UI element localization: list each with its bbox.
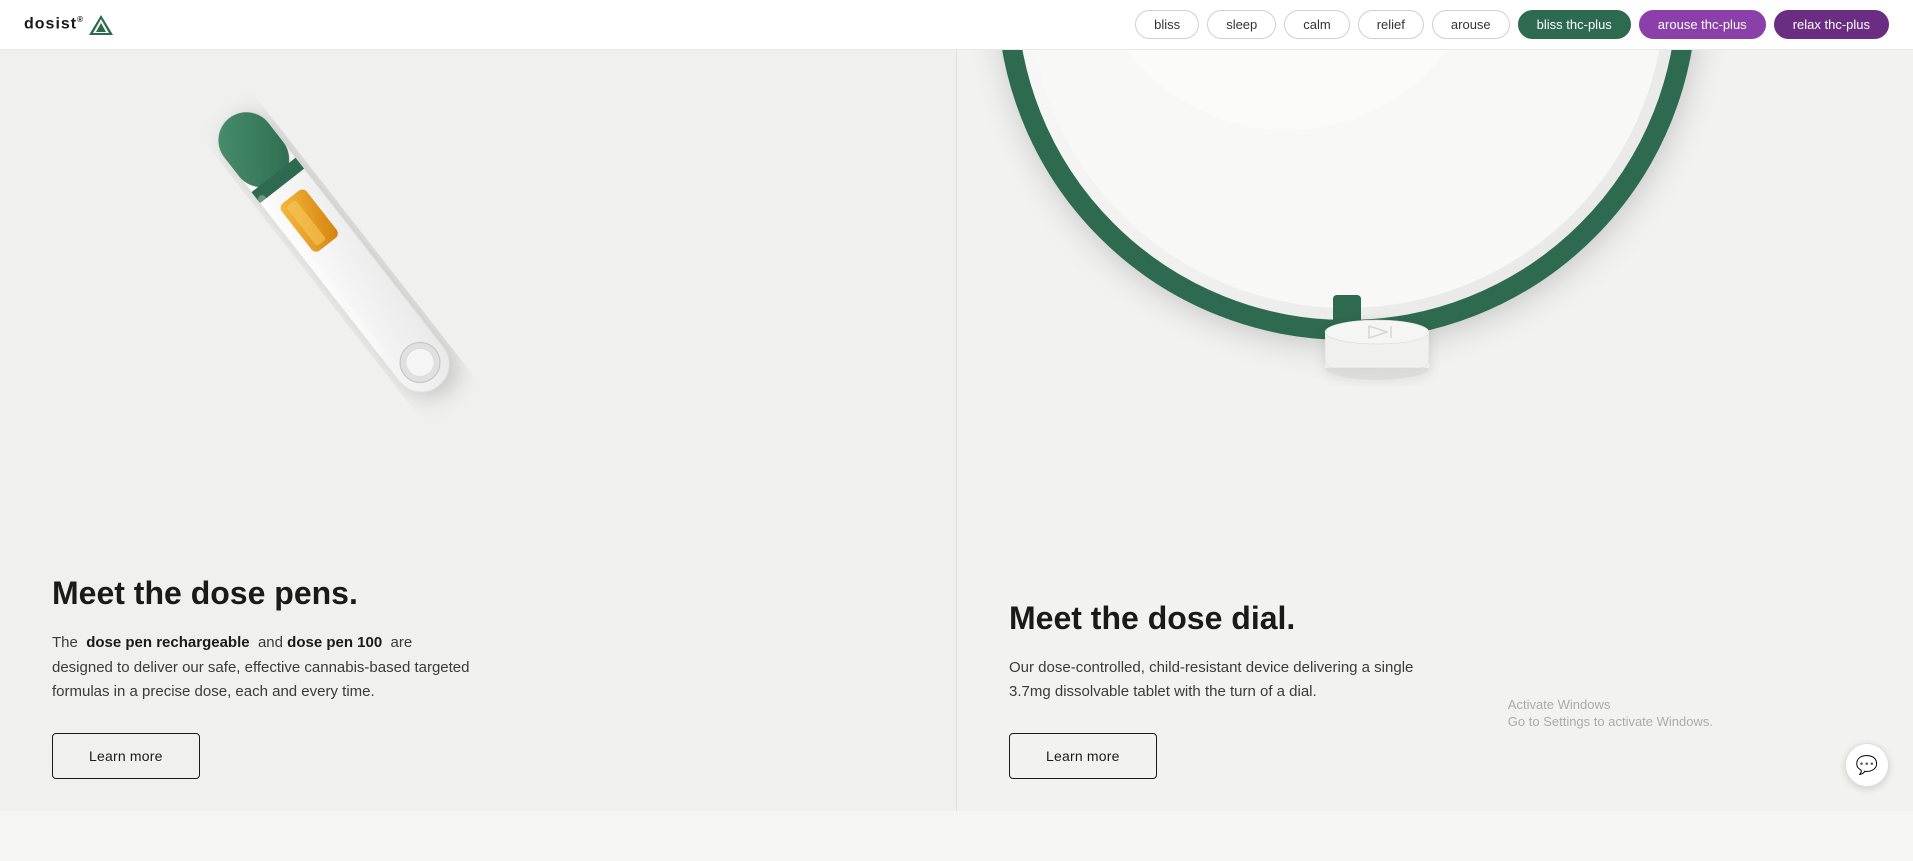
dose-pens-description: The dose pen rechargeable and dose pen 1…	[52, 631, 472, 705]
navigation: dosist® bliss sleep calm relief arouse b…	[0, 0, 1913, 50]
logo-icon	[89, 15, 113, 35]
dose-dial-description: Our dose-controlled, child-resistant dev…	[1009, 656, 1429, 706]
chat-button[interactable]: 💬	[1845, 743, 1889, 787]
chat-icon: 💬	[1856, 755, 1878, 776]
learn-more-pens-button[interactable]: Learn more	[52, 733, 200, 779]
dose-dial-image-area	[957, 50, 1913, 563]
pill-arouse[interactable]: arouse	[1432, 10, 1510, 39]
pill-relief[interactable]: relief	[1358, 10, 1424, 39]
pill-sleep[interactable]: sleep	[1207, 10, 1276, 39]
dose-dial-illustration	[957, 50, 1737, 490]
pill-relax-thc-plus[interactable]: relax thc-plus	[1774, 10, 1889, 39]
pill-arouse-thc-plus[interactable]: arouse thc-plus	[1639, 10, 1766, 39]
logo-text: dosist®	[24, 15, 83, 33]
dose-dial-content: Meet the dose dial. Our dose-controlled,…	[957, 563, 1913, 811]
pill-calm[interactable]: calm	[1284, 10, 1349, 39]
panel-dose-pens: Meet the dose pens. The dose pen recharg…	[0, 50, 957, 811]
dose-pen-image-area	[0, 50, 956, 538]
panel-dose-dial: Meet the dose dial. Our dose-controlled,…	[957, 50, 1913, 811]
main-content: Meet the dose pens. The dose pen recharg…	[0, 50, 1913, 811]
logo[interactable]: dosist®	[24, 15, 113, 35]
nav-pills: bliss sleep calm relief arouse bliss thc…	[1135, 10, 1889, 39]
dose-pen-illustration	[0, 50, 680, 470]
learn-more-dial-button[interactable]: Learn more	[1009, 733, 1157, 779]
dose-dial-title: Meet the dose dial.	[1009, 599, 1861, 637]
pill-bliss[interactable]: bliss	[1135, 10, 1199, 39]
pill-bliss-thc-plus[interactable]: bliss thc-plus	[1518, 10, 1631, 39]
bold-pen100: dose pen 100	[287, 634, 382, 651]
dose-pens-title: Meet the dose pens.	[52, 574, 904, 612]
dose-pens-content: Meet the dose pens. The dose pen recharg…	[0, 538, 956, 811]
bold-rechargeable: dose pen rechargeable	[86, 634, 249, 651]
